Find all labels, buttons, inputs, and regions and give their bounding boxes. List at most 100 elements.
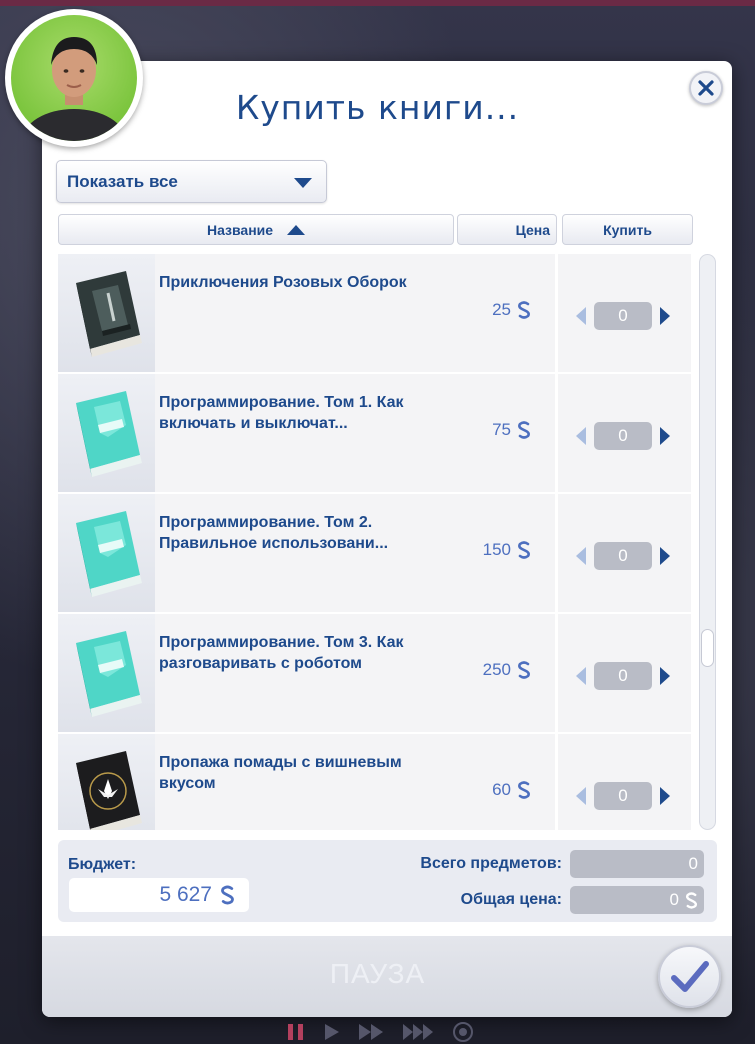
arrow-left-icon[interactable]	[576, 667, 586, 685]
book-title: Программирование. Том 3. Как разговарива…	[159, 634, 404, 672]
budget-value-box: 5 627	[69, 878, 249, 912]
book-price-value: 250	[482, 660, 511, 679]
table-row: Программирование. Том 3. Как разговарива…	[58, 614, 693, 734]
book-title: Программирование. Том 2. Правильное испо…	[159, 514, 389, 552]
book-price: 250	[483, 660, 531, 680]
book-title: Приключения Розовых Оборок	[159, 274, 407, 291]
book-price-value: 150	[482, 540, 511, 559]
filter-dropdown[interactable]: Показать все	[56, 160, 327, 203]
book-list: Приключения Розовых Оборок 25 0 Программ…	[58, 254, 693, 830]
sim-avatar	[5, 9, 143, 147]
simoleon-icon	[518, 421, 530, 439]
quantity-stepper: 0	[576, 422, 670, 450]
close-button[interactable]	[689, 71, 723, 105]
triangle-up-icon	[287, 224, 306, 235]
quantity-value[interactable]: 0	[594, 542, 652, 570]
book-black-icon	[75, 751, 142, 830]
book-teal-icon	[75, 511, 142, 597]
column-header-name-label: Название	[206, 221, 274, 238]
quantity-value[interactable]: 0	[594, 782, 652, 810]
scrollbar-thumb[interactable]	[701, 629, 714, 667]
total-items-label: Всего предметов:	[420, 855, 562, 872]
column-header-buy[interactable]: Купить	[562, 214, 693, 245]
quantity-value[interactable]: 0	[594, 422, 652, 450]
quantity-stepper: 0	[576, 782, 670, 810]
column-header-price-label: Цена	[515, 221, 550, 238]
budget-value: 5 627	[159, 883, 212, 906]
arrow-right-icon[interactable]	[660, 547, 670, 565]
book-price: 75	[492, 420, 531, 440]
column-header-price[interactable]: Цена	[457, 214, 557, 245]
triangle-down-icon	[294, 178, 312, 188]
checkmark-icon	[670, 960, 709, 992]
play-icon[interactable]	[321, 1022, 343, 1042]
book-thumbnail[interactable]	[58, 614, 155, 732]
table-row: Программирование. Том 2. Правильное испо…	[58, 494, 693, 614]
buy-cell: 0	[558, 614, 691, 732]
table-row: Пропажа помады с вишневым вкусом 60 0	[58, 734, 693, 830]
arrow-left-icon[interactable]	[576, 427, 586, 445]
arrow-left-icon[interactable]	[576, 787, 586, 805]
book-dark-icon	[75, 271, 142, 357]
list-scrollbar[interactable]	[699, 254, 716, 830]
book-price: 150	[483, 540, 531, 560]
simoleon-icon	[518, 661, 530, 679]
book-price: 25	[492, 300, 531, 320]
arrow-left-icon[interactable]	[576, 547, 586, 565]
arrow-left-icon[interactable]	[576, 307, 586, 325]
book-price-value: 75	[492, 420, 511, 439]
book-teal-icon	[75, 631, 142, 717]
column-header-buy-label: Купить	[603, 221, 652, 238]
budget-label: Бюджет:	[68, 856, 137, 873]
book-title: Пропажа помады с вишневым вкусом	[159, 754, 402, 792]
book-thumbnail[interactable]	[58, 734, 155, 830]
pause-overlay-text: ПАУЗА	[329, 958, 426, 989]
filter-dropdown-label: Показать все	[67, 171, 178, 191]
camera-icon[interactable]	[451, 1020, 475, 1044]
book-price: 60	[492, 780, 531, 800]
game-speed-controls	[220, 1020, 540, 1044]
total-price-label: Общая цена:	[460, 891, 562, 908]
quantity-stepper: 0	[576, 302, 670, 330]
book-info[interactable]: Программирование. Том 2. Правильное испо…	[155, 494, 555, 612]
total-items-value: 0	[688, 854, 698, 873]
book-thumbnail[interactable]	[58, 374, 155, 492]
arrow-right-icon[interactable]	[660, 307, 670, 325]
buy-cell: 0	[558, 254, 691, 372]
book-thumbnail[interactable]	[58, 254, 155, 372]
sim-portrait	[11, 15, 137, 141]
summary-panel: Бюджет: 5 627 Всего предметов: 0 Общая ц…	[58, 840, 717, 922]
simoleon-icon	[685, 891, 698, 909]
book-thumbnail[interactable]	[58, 494, 155, 612]
book-info[interactable]: Программирование. Том 3. Как разговарива…	[155, 614, 555, 732]
book-teal-icon	[75, 391, 142, 477]
simoleon-icon	[518, 541, 530, 559]
pause-icon[interactable]	[285, 1022, 307, 1042]
book-info[interactable]: Приключения Розовых Оборок 25	[155, 254, 555, 372]
sim-portrait-icon	[22, 37, 126, 141]
arrow-right-icon[interactable]	[660, 427, 670, 445]
arrow-right-icon[interactable]	[660, 667, 670, 685]
book-price-value: 25	[492, 300, 511, 319]
simoleon-icon	[518, 301, 530, 319]
top-accent-bar	[0, 0, 755, 6]
arrow-right-icon[interactable]	[660, 787, 670, 805]
quantity-value[interactable]: 0	[594, 302, 652, 330]
confirm-button[interactable]	[658, 945, 721, 1008]
column-header-name[interactable]: Название	[58, 214, 454, 245]
book-info[interactable]: Программирование. Том 1. Как включать и …	[155, 374, 555, 492]
buy-cell: 0	[558, 494, 691, 612]
quantity-stepper: 0	[576, 542, 670, 570]
quantity-stepper: 0	[576, 662, 670, 690]
ultra-speed-icon[interactable]	[401, 1022, 437, 1042]
total-price-value: 0	[669, 890, 679, 909]
total-items-box: 0	[570, 850, 704, 878]
quantity-value[interactable]: 0	[594, 662, 652, 690]
simoleon-icon	[518, 781, 530, 799]
book-price-value: 60	[492, 780, 511, 799]
book-info[interactable]: Пропажа помады с вишневым вкусом 60	[155, 734, 555, 830]
table-row: Программирование. Том 1. Как включать и …	[58, 374, 693, 494]
close-icon	[698, 80, 714, 96]
fast-forward-icon[interactable]	[357, 1022, 387, 1042]
buy-cell: 0	[558, 374, 691, 492]
